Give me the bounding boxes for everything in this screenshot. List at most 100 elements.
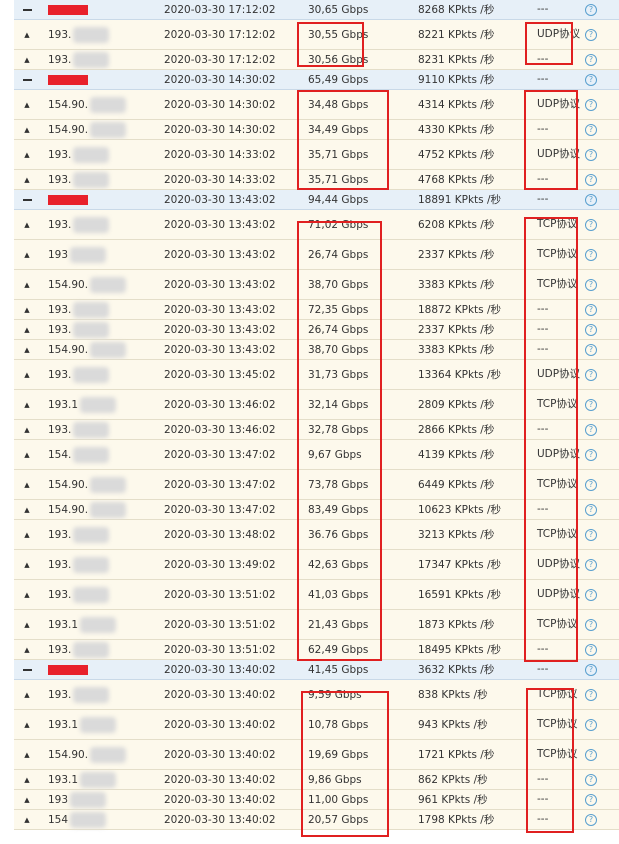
expand-toggle[interactable]: ▲: [20, 420, 34, 439]
expand-toggle[interactable]: ▲: [20, 520, 34, 549]
expand-toggle[interactable]: ▲: [20, 360, 34, 389]
help-cell[interactable]: ?: [584, 440, 598, 469]
expand-toggle[interactable]: ▲: [20, 640, 34, 659]
table-row[interactable]: ▲ 193.1 2020-03-30 13:40:02 10,78 Gbps 943 K…: [14, 710, 619, 740]
question-mark-icon[interactable]: ?: [585, 528, 597, 541]
help-cell[interactable]: ?: [584, 710, 598, 739]
expand-toggle[interactable]: ▲: [20, 340, 34, 359]
expand-toggle[interactable]: ▲: [20, 470, 34, 499]
help-cell[interactable]: ?: [584, 520, 598, 549]
help-cell[interactable]: ?: [584, 680, 598, 709]
question-mark-icon[interactable]: ?: [585, 813, 597, 826]
question-mark-icon[interactable]: ?: [585, 688, 597, 701]
question-mark-icon[interactable]: ?: [585, 248, 597, 261]
table-row[interactable]: ▲ 193. 2020-03-30 13:51:02 41,03 Gbps 16591 …: [14, 580, 619, 610]
expand-toggle[interactable]: ▲: [20, 680, 34, 709]
collapse-toggle[interactable]: [20, 70, 34, 89]
help-cell[interactable]: ?: [584, 50, 598, 69]
help-cell[interactable]: ?: [584, 610, 598, 639]
expand-toggle[interactable]: ▲: [20, 580, 34, 609]
question-mark-icon[interactable]: ?: [585, 478, 597, 491]
help-cell[interactable]: ?: [584, 0, 598, 19]
help-cell[interactable]: ?: [584, 810, 598, 829]
table-row[interactable]: ▲ 193. 2020-03-30 13:43:02 26,74 Gbps 2337 K…: [14, 320, 619, 340]
table-row[interactable]: ▲ 193. 2020-03-30 13:40:02 9,59 Gbps 838 KPk…: [14, 680, 619, 710]
help-cell[interactable]: ?: [584, 500, 598, 519]
table-row[interactable]: ▲ 193. 2020-03-30 13:45:02 31,73 Gbps 13364 …: [14, 360, 619, 390]
question-mark-icon[interactable]: ?: [585, 423, 597, 436]
group-row[interactable]: 2020-03-30 13:40:02 41,45 Gbps 3632 KPkts …: [14, 660, 619, 680]
help-cell[interactable]: ?: [584, 340, 598, 359]
collapse-toggle[interactable]: [20, 190, 34, 209]
help-cell[interactable]: ?: [584, 140, 598, 169]
help-cell[interactable]: ?: [584, 120, 598, 139]
question-mark-icon[interactable]: ?: [585, 718, 597, 731]
expand-toggle[interactable]: ▲: [20, 320, 34, 339]
question-mark-icon[interactable]: ?: [585, 148, 597, 161]
question-mark-icon[interactable]: ?: [585, 123, 597, 136]
table-row[interactable]: ▲ 154. 2020-03-30 13:47:02 9,67 Gbps 4139 KP…: [14, 440, 619, 470]
question-mark-icon[interactable]: ?: [585, 368, 597, 381]
collapse-toggle[interactable]: [20, 0, 34, 19]
expand-toggle[interactable]: ▲: [20, 710, 34, 739]
question-mark-icon[interactable]: ?: [585, 53, 597, 66]
help-cell[interactable]: ?: [584, 580, 598, 609]
help-cell[interactable]: ?: [584, 240, 598, 269]
table-row[interactable]: ▲ 193 2020-03-30 13:40:02 11,00 Gbps 961 KPk…: [14, 790, 619, 810]
table-row[interactable]: ▲ 154.90. 2020-03-30 14:30:02 34,49 Gbps 433…: [14, 120, 619, 140]
expand-toggle[interactable]: ▲: [20, 810, 34, 829]
table-row[interactable]: ▲ 193. 2020-03-30 14:33:02 35,71 Gbps 4768 K…: [14, 170, 619, 190]
question-mark-icon[interactable]: ?: [585, 173, 597, 186]
expand-toggle[interactable]: ▲: [20, 440, 34, 469]
help-cell[interactable]: ?: [584, 170, 598, 189]
expand-toggle[interactable]: ▲: [20, 120, 34, 139]
expand-toggle[interactable]: ▲: [20, 210, 34, 239]
expand-toggle[interactable]: ▲: [20, 270, 34, 299]
help-cell[interactable]: ?: [584, 360, 598, 389]
expand-toggle[interactable]: ▲: [20, 740, 34, 769]
table-row[interactable]: ▲ 193. 2020-03-30 13:46:02 32,78 Gbps 2866 K…: [14, 420, 619, 440]
table-row[interactable]: ▲ 154 2020-03-30 13:40:02 20,57 Gbps 1798 KP…: [14, 810, 619, 830]
table-row[interactable]: ▲ 193.1 2020-03-30 13:40:02 9,86 Gbps 862 KP…: [14, 770, 619, 790]
table-row[interactable]: ▲ 193.1 2020-03-30 13:51:02 21,43 Gbps 1873 …: [14, 610, 619, 640]
help-cell[interactable]: ?: [584, 790, 598, 809]
help-cell[interactable]: ?: [584, 320, 598, 339]
help-cell[interactable]: ?: [584, 420, 598, 439]
question-mark-icon[interactable]: ?: [585, 588, 597, 601]
expand-toggle[interactable]: ▲: [20, 550, 34, 579]
expand-toggle[interactable]: ▲: [20, 390, 34, 419]
question-mark-icon[interactable]: ?: [585, 73, 597, 86]
expand-toggle[interactable]: ▲: [20, 240, 34, 269]
question-mark-icon[interactable]: ?: [585, 218, 597, 231]
table-row[interactable]: ▲ 193. 2020-03-30 17:12:02 30,56 Gbps 8231 K…: [14, 50, 619, 70]
question-mark-icon[interactable]: ?: [585, 448, 597, 461]
question-mark-icon[interactable]: ?: [585, 793, 597, 806]
table-row[interactable]: ▲ 193. 2020-03-30 17:12:02 30,55 Gbps 8221 K…: [14, 20, 619, 50]
table-row[interactable]: ▲ 193. 2020-03-30 13:49:02 42,63 Gbps 17347 …: [14, 550, 619, 580]
help-cell[interactable]: ?: [584, 740, 598, 769]
help-cell[interactable]: ?: [584, 70, 598, 89]
help-cell[interactable]: ?: [584, 300, 598, 319]
expand-toggle[interactable]: ▲: [20, 790, 34, 809]
group-row[interactable]: 2020-03-30 17:12:02 30,65 Gbps 8268 KPkts …: [14, 0, 619, 20]
question-mark-icon[interactable]: ?: [585, 193, 597, 206]
table-row[interactable]: ▲ 154.90. 2020-03-30 13:43:02 38,70 Gbps 338…: [14, 340, 619, 360]
expand-toggle[interactable]: ▲: [20, 610, 34, 639]
question-mark-icon[interactable]: ?: [585, 323, 597, 336]
table-row[interactable]: ▲ 154.90. 2020-03-30 13:40:02 19,69 Gbps 172…: [14, 740, 619, 770]
table-row[interactable]: ▲ 154.90. 2020-03-30 14:30:02 34,48 Gbps 431…: [14, 90, 619, 120]
help-cell[interactable]: ?: [584, 210, 598, 239]
expand-toggle[interactable]: ▲: [20, 140, 34, 169]
group-row[interactable]: 2020-03-30 14:30:02 65,49 Gbps 9110 KPkts …: [14, 70, 619, 90]
table-row[interactable]: ▲ 193. 2020-03-30 13:48:02 36.76 Gbps 3213 K…: [14, 520, 619, 550]
help-cell[interactable]: ?: [584, 270, 598, 299]
group-row[interactable]: 2020-03-30 13:43:02 94,44 Gbps 18891 KPkts…: [14, 190, 619, 210]
question-mark-icon[interactable]: ?: [585, 663, 597, 676]
table-row[interactable]: ▲ 154.90. 2020-03-30 13:47:02 83,49 Gbps 106…: [14, 500, 619, 520]
expand-toggle[interactable]: ▲: [20, 300, 34, 319]
question-mark-icon[interactable]: ?: [585, 558, 597, 571]
table-row[interactable]: ▲ 193. 2020-03-30 14:33:02 35,71 Gbps 4752 K…: [14, 140, 619, 170]
question-mark-icon[interactable]: ?: [585, 398, 597, 411]
table-row[interactable]: ▲ 193.1 2020-03-30 13:46:02 32,14 Gbps 2809 …: [14, 390, 619, 420]
question-mark-icon[interactable]: ?: [585, 773, 597, 786]
